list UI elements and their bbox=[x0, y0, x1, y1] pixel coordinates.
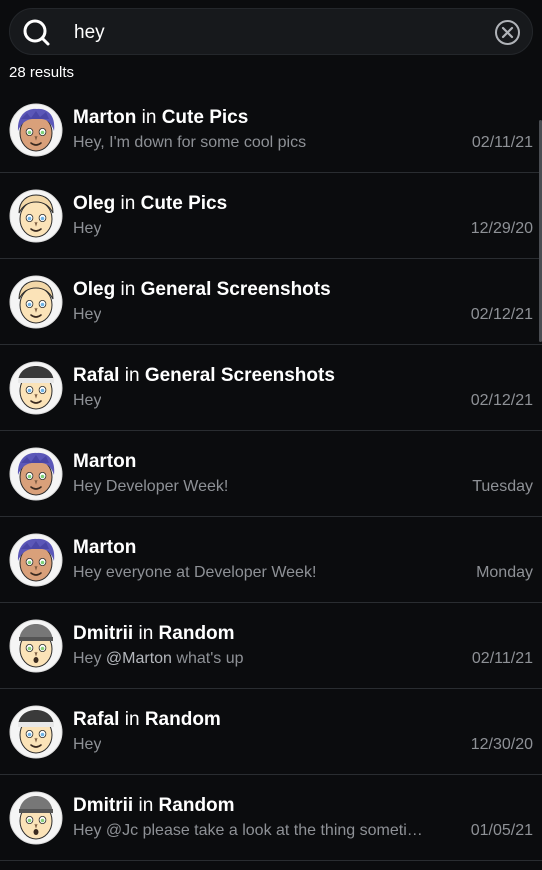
result-preview-text: Hey everyone at Developer Week! bbox=[73, 564, 317, 581]
result-preview-text: Hey bbox=[73, 306, 102, 323]
result-date: 02/12/21 bbox=[470, 306, 533, 323]
search-result-row[interactable]: Marton Hey everyone at Developer Week! Mon… bbox=[0, 517, 542, 603]
result-user: Oleg bbox=[73, 193, 116, 214]
result-date: 12/29/20 bbox=[470, 220, 533, 237]
avatar bbox=[9, 189, 63, 243]
results-count: 28 results bbox=[9, 64, 75, 81]
result-preview-text: Hey bbox=[73, 220, 102, 237]
search-result-row[interactable]: Rafal in Random Hey 12/30/20 bbox=[0, 689, 542, 775]
avatar bbox=[9, 103, 63, 157]
result-channel: Cute Pics bbox=[140, 193, 228, 214]
search-bar[interactable] bbox=[9, 8, 533, 55]
avatar bbox=[9, 361, 63, 415]
result-preview: Hey bbox=[73, 392, 101, 410]
result-user: Dmitrii bbox=[73, 623, 134, 644]
result-channel: Cute Pics bbox=[161, 107, 249, 128]
search-result-row[interactable]: Oleg in Cute Pics Hey 12/29/20 bbox=[0, 173, 542, 259]
result-channel: Random bbox=[158, 795, 235, 816]
result-connector: in bbox=[124, 709, 140, 730]
result-preview-text: Hey, I'm down for some cool pics bbox=[73, 134, 307, 151]
result-title: Oleg in General Screenshots bbox=[73, 279, 331, 301]
result-preview-text: Hey bbox=[73, 392, 102, 409]
result-preview-suffix: what's up bbox=[171, 650, 244, 667]
result-title: Dmitrii in Random bbox=[73, 623, 235, 645]
avatar bbox=[9, 275, 63, 329]
result-user: Marton bbox=[73, 537, 137, 558]
result-title: Marton bbox=[73, 451, 136, 473]
result-title: Dmitrii in Random bbox=[73, 795, 235, 817]
result-user: Rafal bbox=[73, 365, 120, 386]
result-preview-text: Hey Developer Week! bbox=[73, 478, 229, 495]
avatar bbox=[9, 791, 63, 845]
result-user: Rafal bbox=[73, 709, 120, 730]
result-date: Tuesday bbox=[472, 478, 533, 495]
search-result-row[interactable]: Marton Hey Developer Week! Tuesday bbox=[0, 431, 542, 517]
search-result-row[interactable]: Marton in Cute Pics Hey, I'm down for som… bbox=[0, 87, 542, 173]
result-connector: in bbox=[120, 279, 136, 300]
result-date: Monday bbox=[476, 564, 533, 581]
result-connector: in bbox=[138, 795, 154, 816]
search-result-row[interactable]: Oleg in General Screenshots Hey 02/12/21 bbox=[0, 259, 542, 345]
result-preview-prefix: Hey bbox=[73, 650, 106, 667]
mention[interactable]: @Marton bbox=[106, 650, 172, 667]
search-result-row[interactable]: Dmitrii in Random Hey @Jc please take a l… bbox=[0, 775, 542, 861]
result-preview-text: Hey @Jc please take a look at the thing … bbox=[73, 822, 423, 839]
result-connector: in bbox=[138, 623, 154, 644]
result-preview: Hey Developer Week! bbox=[73, 478, 228, 496]
result-title: Marton bbox=[73, 537, 136, 559]
result-channel: Random bbox=[144, 709, 221, 730]
result-preview: Hey, I'm down for some cool pics bbox=[73, 134, 306, 152]
result-title: Rafal in General Screenshots bbox=[73, 365, 335, 387]
avatar bbox=[9, 619, 63, 673]
result-connector: in bbox=[120, 193, 136, 214]
result-channel: Random bbox=[158, 623, 235, 644]
search-result-row[interactable]: Dmitrii in Random Hey @Marton what's up 02… bbox=[0, 603, 542, 689]
clear-search-button[interactable] bbox=[494, 19, 521, 46]
result-date: 02/11/21 bbox=[471, 650, 533, 667]
result-user: Marton bbox=[73, 107, 137, 128]
avatar bbox=[9, 533, 63, 587]
result-user: Dmitrii bbox=[73, 795, 134, 816]
result-title: Oleg in Cute Pics bbox=[73, 193, 227, 215]
result-channel: General Screenshots bbox=[140, 279, 331, 300]
search-icon bbox=[23, 19, 50, 46]
result-date: 01/05/21 bbox=[470, 822, 533, 839]
result-preview: Hey bbox=[73, 736, 101, 754]
result-title: Rafal in Random bbox=[73, 709, 221, 731]
result-preview: Hey bbox=[73, 306, 101, 324]
result-preview-text: Hey bbox=[73, 736, 102, 753]
result-preview: Hey @Marton what's up bbox=[73, 650, 244, 668]
result-preview: Hey everyone at Developer Week! bbox=[73, 564, 316, 582]
result-preview: Hey @Jc please take a look at the thing … bbox=[73, 822, 423, 840]
search-result-row[interactable]: Rafal in General Screenshots Hey 02/12/21 bbox=[0, 345, 542, 431]
results-list: Marton in Cute Pics Hey, I'm down for som… bbox=[0, 87, 542, 861]
result-date: 02/12/21 bbox=[470, 392, 533, 409]
result-date: 12/30/20 bbox=[470, 736, 533, 753]
result-channel: General Screenshots bbox=[144, 365, 335, 386]
avatar bbox=[9, 705, 63, 759]
result-user: Oleg bbox=[73, 279, 116, 300]
result-user: Marton bbox=[73, 451, 137, 472]
result-date: 02/11/21 bbox=[471, 134, 533, 151]
result-connector: in bbox=[124, 365, 140, 386]
result-connector: in bbox=[141, 107, 157, 128]
avatar bbox=[9, 447, 63, 501]
result-title: Marton in Cute Pics bbox=[73, 107, 248, 129]
search-input[interactable] bbox=[72, 13, 476, 53]
result-preview: Hey bbox=[73, 220, 101, 238]
